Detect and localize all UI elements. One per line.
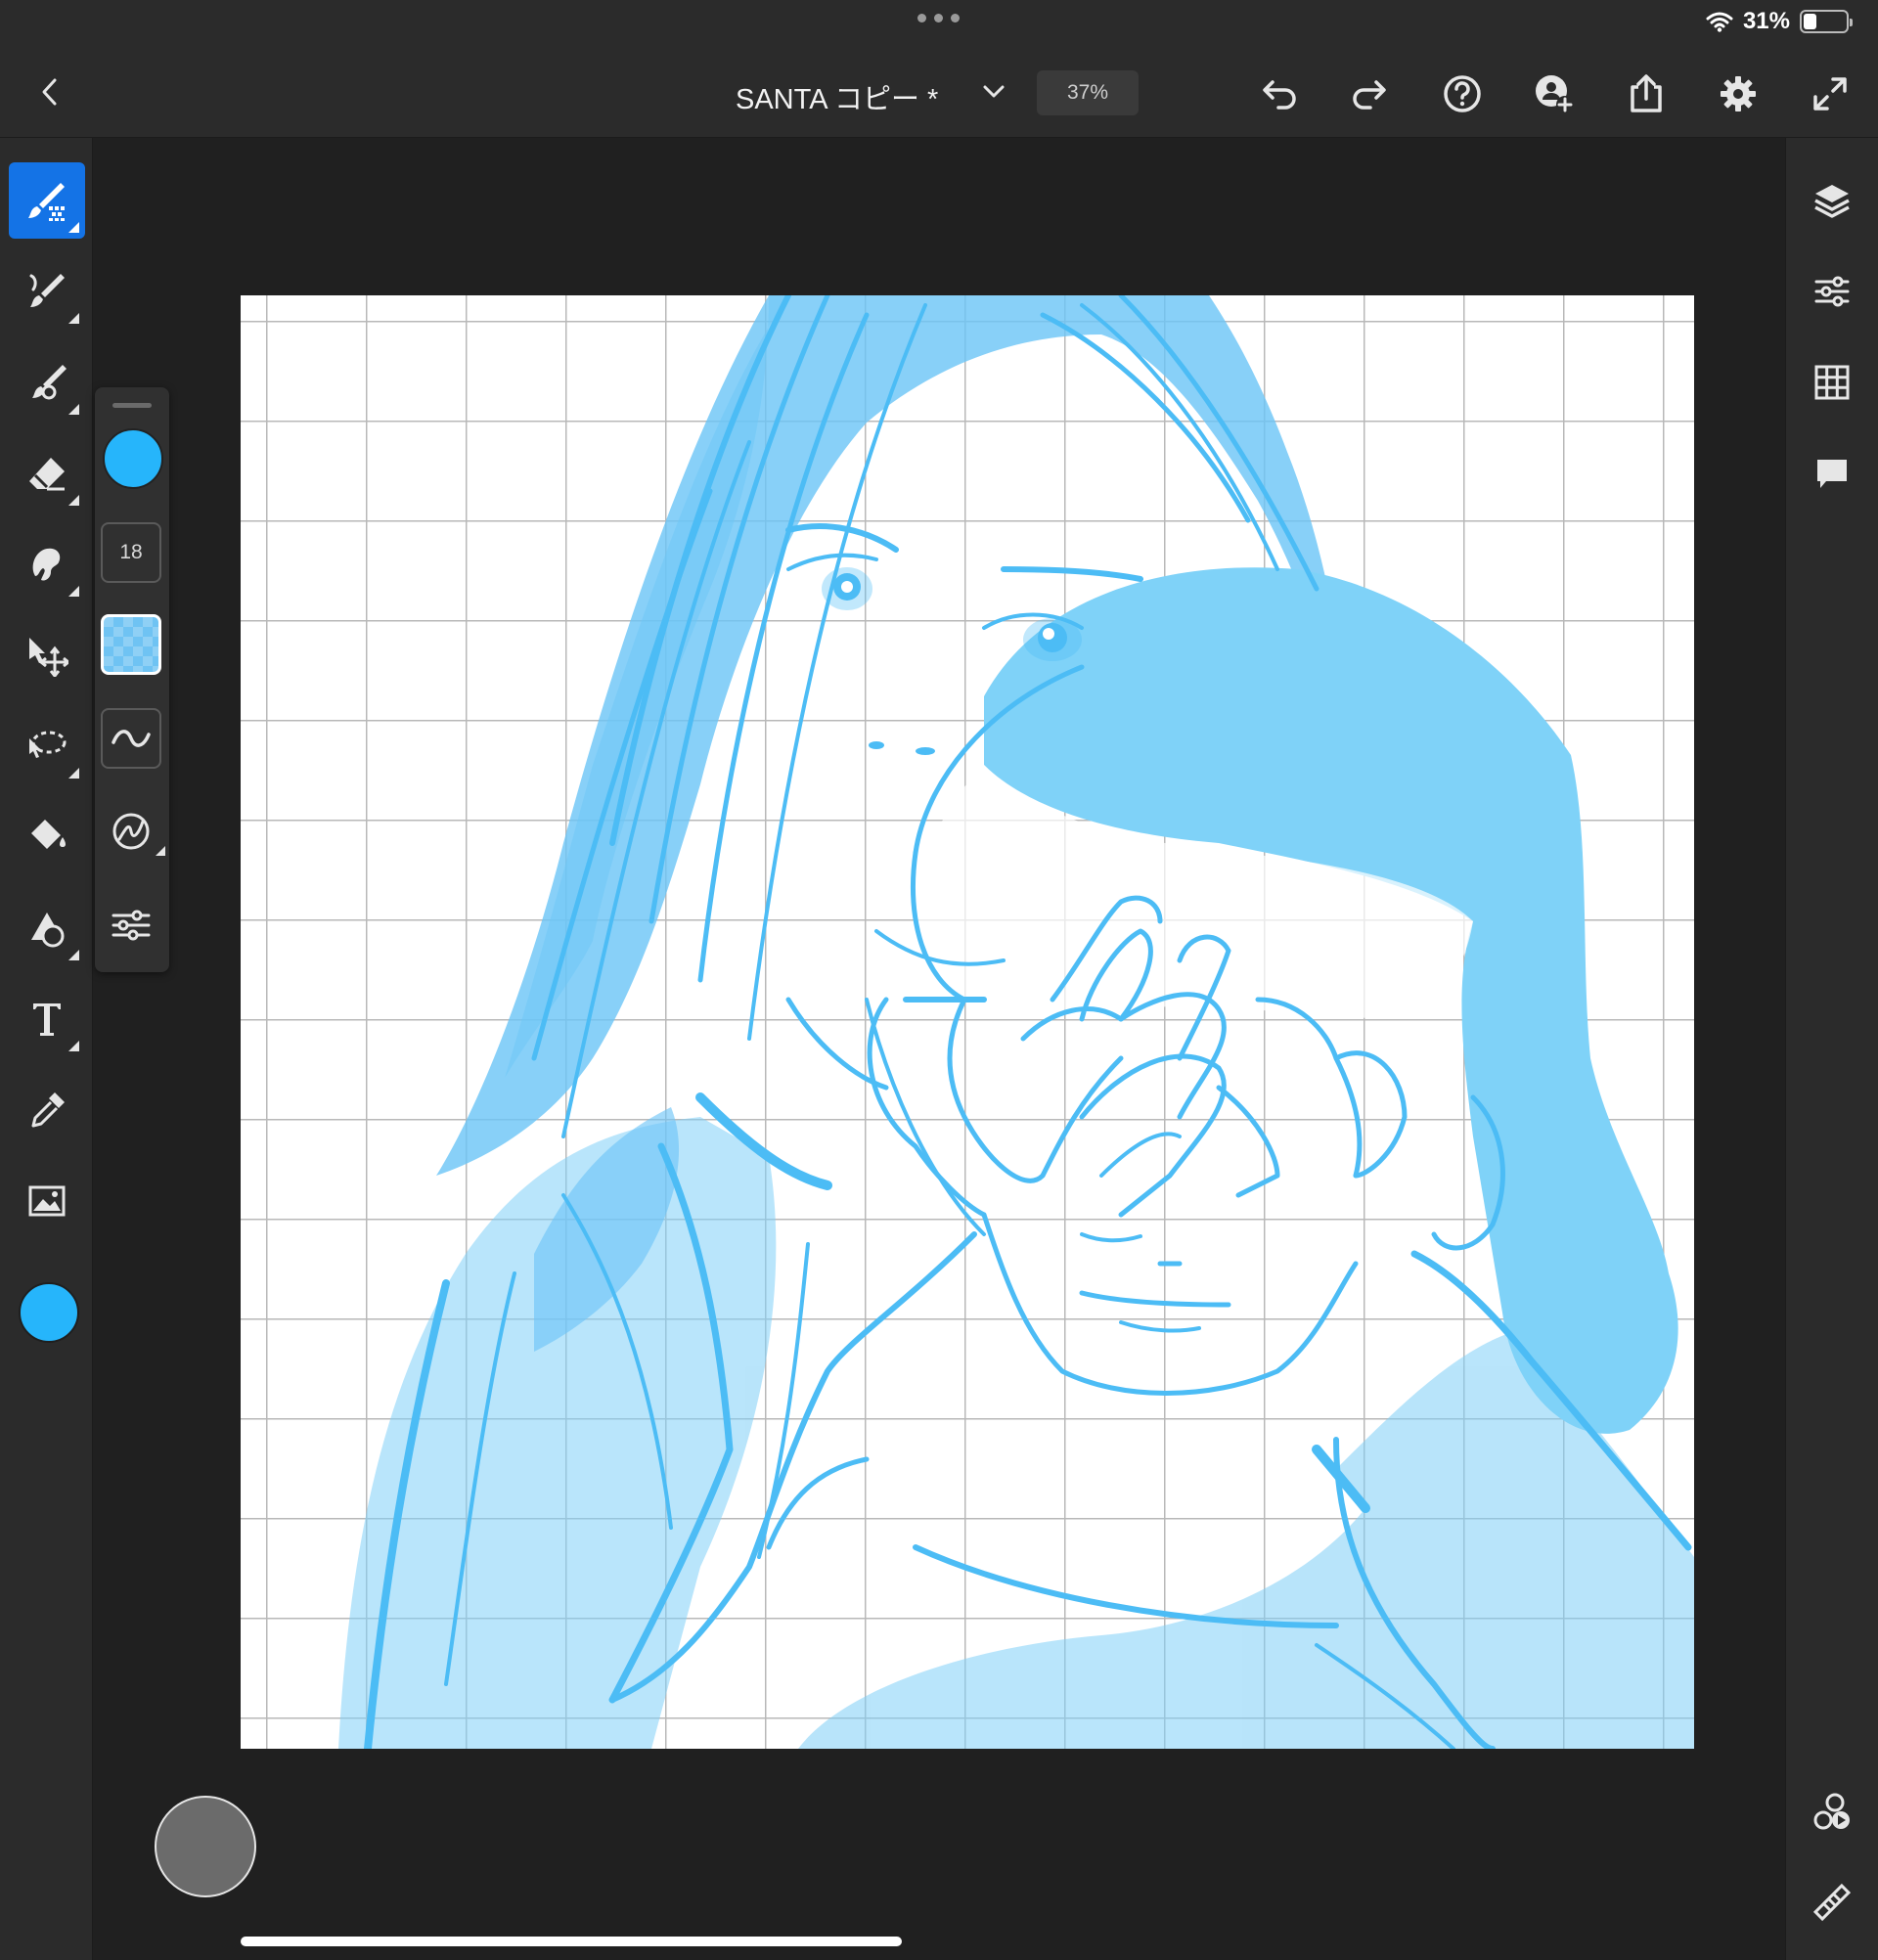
- lasso-icon: [29, 731, 67, 758]
- properties-sliders-icon: [1814, 276, 1850, 307]
- mixer-brush-icon: [32, 365, 67, 400]
- comment-icon: [1817, 460, 1847, 488]
- settings-button[interactable]: [1715, 70, 1762, 117]
- undo-icon: [1263, 80, 1296, 110]
- tool-fill[interactable]: [9, 799, 85, 875]
- brush-settings-button[interactable]: [101, 895, 161, 956]
- tool-lasso-select[interactable]: [9, 708, 85, 784]
- smoothing-wave-icon: [112, 730, 151, 747]
- chevron-down-icon: [983, 85, 1005, 98]
- home-indicator[interactable]: [241, 1937, 902, 1946]
- brush-smoothing-button[interactable]: [101, 708, 161, 769]
- ruler-icon: [1812, 1883, 1852, 1922]
- comments-button[interactable]: [1809, 450, 1856, 497]
- brush-dynamics-icon: [112, 813, 150, 850]
- tool-eraser[interactable]: [9, 435, 85, 512]
- brush-color-swatch[interactable]: [103, 428, 163, 489]
- zoom-level[interactable]: 37%: [1037, 70, 1139, 115]
- tool-place-image[interactable]: [9, 1163, 85, 1239]
- eyedropper-icon: [31, 1092, 65, 1128]
- title-menu-button[interactable]: [978, 74, 1009, 110]
- undo-button[interactable]: [1255, 70, 1302, 117]
- image-icon: [28, 1185, 66, 1217]
- redo-icon: [1353, 80, 1386, 110]
- live-brush-icon: [29, 274, 65, 307]
- transform-icon: [29, 638, 68, 677]
- redo-button[interactable]: [1347, 70, 1394, 117]
- tool-mixer-brush[interactable]: [9, 344, 85, 421]
- touch-shortcut-icon: [1813, 1793, 1850, 1830]
- properties-button[interactable]: [1809, 268, 1856, 315]
- text-icon: [33, 1003, 61, 1036]
- invite-button[interactable]: [1531, 70, 1578, 117]
- tool-smudge[interactable]: [9, 526, 85, 602]
- color-swatch[interactable]: [19, 1282, 79, 1343]
- brush-size-field[interactable]: 18: [101, 522, 161, 583]
- grid-icon: [1814, 365, 1850, 400]
- eraser-icon: [29, 458, 65, 491]
- smudge-icon: [32, 548, 61, 581]
- document-title[interactable]: SANTA コピー *: [736, 76, 938, 117]
- tool-live-brush[interactable]: [9, 253, 85, 330]
- help-button[interactable]: [1439, 70, 1486, 117]
- touch-shortcut-button[interactable]: [155, 1796, 256, 1897]
- chevron-left-icon: [42, 78, 57, 106]
- tool-pixel-brush[interactable]: [9, 162, 85, 239]
- paint-bucket-icon: [31, 820, 66, 849]
- tool-eyedropper[interactable]: [9, 1072, 85, 1148]
- ruler-button[interactable]: [1809, 1879, 1856, 1926]
- brush-opacity-swatch[interactable]: [101, 614, 161, 675]
- tool-text[interactable]: [9, 981, 85, 1057]
- status-bar: 31%: [0, 0, 1878, 47]
- brush-dynamics-button[interactable]: [101, 801, 165, 862]
- grid-button[interactable]: [1809, 359, 1856, 406]
- battery-percentage: 31%: [1742, 8, 1790, 34]
- layers-icon: [1814, 185, 1850, 218]
- wifi-icon: [1706, 12, 1733, 32]
- fullscreen-button[interactable]: [1807, 70, 1854, 117]
- help-icon: [1444, 75, 1481, 112]
- left-toolbar: [0, 138, 93, 1960]
- multitasking-dots-icon[interactable]: [917, 14, 960, 22]
- drawing-canvas[interactable]: [241, 295, 1694, 1749]
- pixel-brush-icon: [28, 183, 65, 221]
- share-icon: [1631, 74, 1662, 112]
- sliders-icon: [112, 910, 151, 941]
- layers-button[interactable]: [1809, 177, 1856, 224]
- gear-icon: [1721, 76, 1756, 111]
- invite-user-icon: [1536, 75, 1574, 113]
- share-button[interactable]: [1623, 70, 1670, 117]
- expand-icon: [1813, 77, 1847, 111]
- back-button[interactable]: [29, 70, 68, 113]
- tool-shape[interactable]: [9, 890, 85, 966]
- right-toolbar: [1785, 138, 1878, 1960]
- touch-shortcut-settings-button[interactable]: [1809, 1788, 1856, 1835]
- tool-transform[interactable]: [9, 617, 85, 693]
- top-toolbar: SANTA コピー * 37%: [0, 47, 1878, 138]
- brush-properties-panel: 18: [95, 387, 169, 972]
- shape-icon: [31, 913, 65, 948]
- sketch-artwork: [338, 295, 1694, 1749]
- battery-icon: [1800, 10, 1853, 33]
- panel-drag-handle[interactable]: [112, 403, 152, 408]
